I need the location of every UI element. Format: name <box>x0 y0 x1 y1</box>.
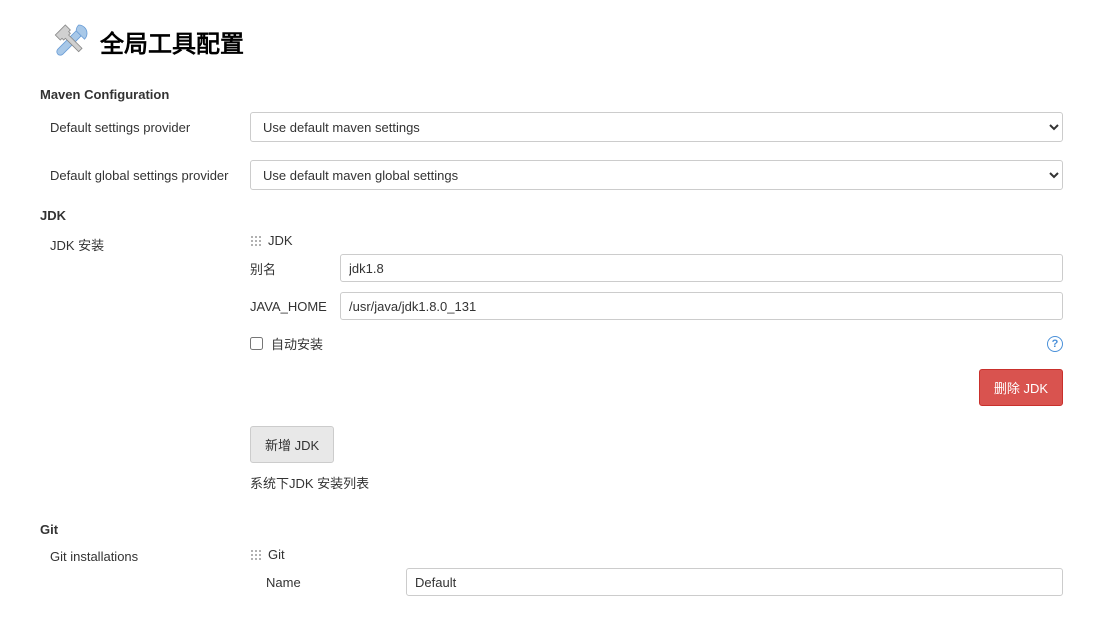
auto-install-label: 自动安装 <box>271 334 323 353</box>
maven-settings-label: Default settings provider <box>50 120 250 135</box>
settings-wrench-icon <box>52 20 92 63</box>
drag-handle-icon[interactable] <box>250 235 262 247</box>
java-home-label: JAVA_HOME <box>250 299 340 314</box>
section-jdk-heading: JDK <box>40 208 1063 223</box>
git-tool-name: Git <box>268 547 285 562</box>
jdk-alias-label: 别名 <box>250 259 340 278</box>
git-install-label: Git installations <box>50 547 250 606</box>
jdk-list-helper: 系统下JDK 安装列表 <box>250 473 1063 492</box>
jdk-tool-name: JDK <box>268 233 293 248</box>
drag-handle-icon[interactable] <box>250 549 262 561</box>
auto-install-checkbox[interactable] <box>250 337 263 350</box>
help-icon[interactable]: ? <box>1047 336 1063 352</box>
git-name-label: Name <box>266 575 406 590</box>
section-git-heading: Git <box>40 522 1063 537</box>
page-title: 全局工具配置 <box>100 24 244 59</box>
jdk-install-label: JDK 安装 <box>50 233 250 508</box>
delete-jdk-button[interactable]: 删除 JDK <box>979 369 1063 406</box>
maven-global-select[interactable]: Use default maven global settings <box>250 160 1063 190</box>
maven-global-label: Default global settings provider <box>50 168 250 183</box>
maven-settings-select[interactable]: Use default maven settings <box>250 112 1063 142</box>
git-name-input[interactable] <box>406 568 1063 596</box>
add-jdk-button[interactable]: 新增 JDK <box>250 426 334 463</box>
jdk-alias-input[interactable] <box>340 254 1063 282</box>
java-home-input[interactable] <box>340 292 1063 320</box>
section-maven-heading: Maven Configuration <box>40 87 1063 102</box>
